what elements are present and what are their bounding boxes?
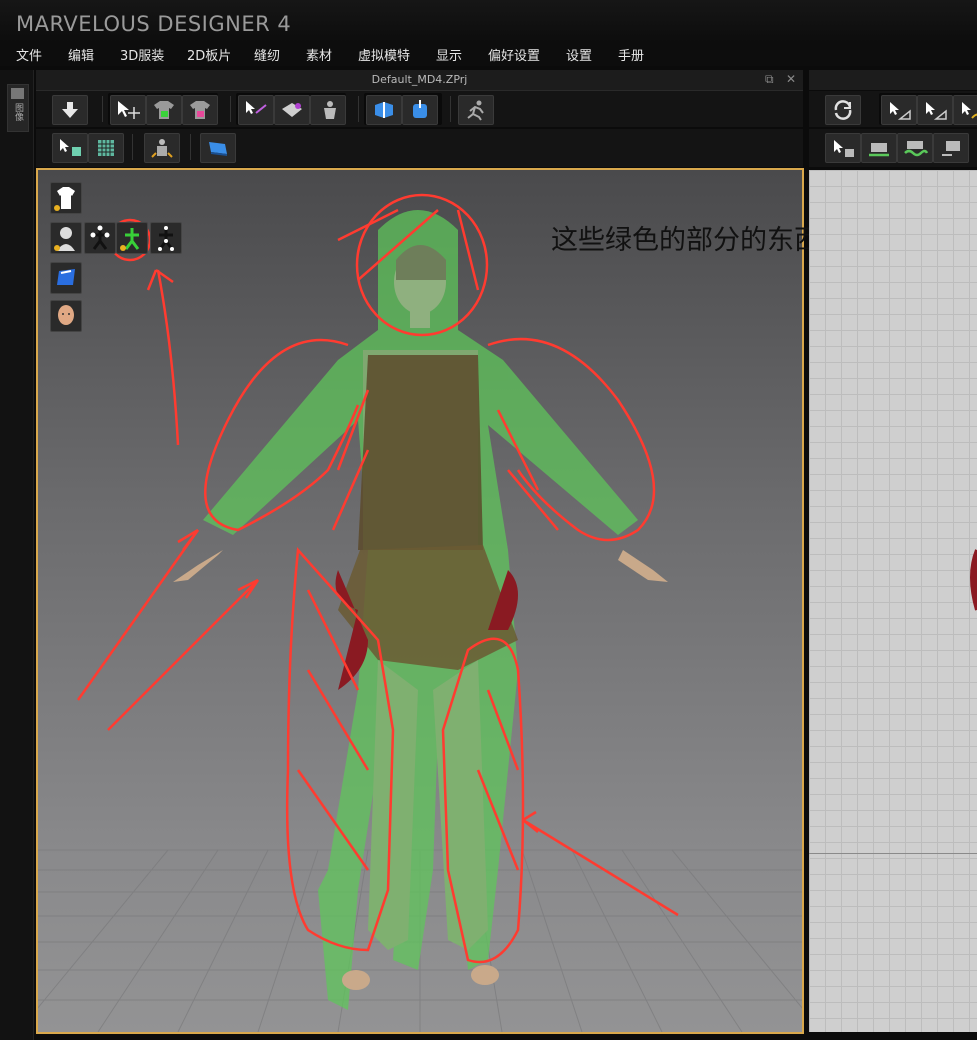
menu-settings[interactable]: 设置 bbox=[566, 45, 592, 64]
toolbar-row-1 bbox=[36, 91, 803, 127]
skeleton-green-icon[interactable] bbox=[116, 222, 148, 254]
menu-file[interactable]: 文件 bbox=[16, 45, 42, 64]
toolbar-row-2 bbox=[36, 129, 803, 167]
image-icon bbox=[11, 88, 24, 99]
3d-viewport[interactable] bbox=[36, 168, 804, 1034]
menu-manual[interactable]: 手册 bbox=[618, 45, 644, 64]
avatar-icon[interactable] bbox=[50, 222, 82, 254]
avatar-measure-icon[interactable] bbox=[144, 133, 180, 163]
menu-3d-garment[interactable]: 3D服装 bbox=[120, 45, 164, 64]
garment-icon[interactable] bbox=[50, 182, 82, 214]
2d-toolbar-row-2 bbox=[809, 129, 977, 167]
annotation-text: 这些绿色的部分的东西 bbox=[551, 225, 821, 256]
select-move-icon[interactable] bbox=[110, 95, 146, 125]
3d-window-header: Default_MD4.ZPrj ⧉ ✕ bbox=[36, 70, 803, 91]
flat-panel-icon[interactable] bbox=[200, 133, 236, 163]
select-edge-icon[interactable] bbox=[917, 95, 953, 125]
select-point-icon[interactable] bbox=[881, 95, 917, 125]
seam-select-icon[interactable] bbox=[825, 133, 861, 163]
restore-icon[interactable]: ⧉ bbox=[765, 72, 774, 87]
2d-toolbar-row-1 bbox=[809, 91, 977, 127]
seam-line-icon[interactable] bbox=[861, 133, 897, 163]
app-title: MARVELOUS DESIGNER 4 bbox=[16, 12, 292, 36]
garment-green-icon[interactable] bbox=[146, 95, 182, 125]
texture-icon[interactable] bbox=[88, 133, 124, 163]
pattern-shape bbox=[970, 549, 977, 611]
skeleton-black-icon[interactable] bbox=[84, 222, 116, 254]
avatar-pose-icon[interactable] bbox=[310, 95, 346, 125]
seam-wave-icon[interactable] bbox=[897, 133, 933, 163]
2d-pattern-canvas[interactable] bbox=[809, 170, 977, 1032]
menu-bar: 文件 编辑 3D服装 2D板片 缝纫 素材 虚拟模特 显示 偏好设置 设置 手册 bbox=[0, 42, 977, 66]
menu-preferences[interactable]: 偏好设置 bbox=[488, 45, 540, 64]
window-title: Default_MD4.ZPrj bbox=[371, 73, 468, 86]
menu-avatar[interactable]: 虚拟模特 bbox=[358, 45, 410, 64]
run-icon[interactable] bbox=[458, 95, 494, 125]
side-panel-strip: 图像 bbox=[0, 70, 34, 1040]
pin-icon[interactable] bbox=[238, 95, 274, 125]
menu-materials[interactable]: 素材 bbox=[306, 45, 332, 64]
title-bar: MARVELOUS DESIGNER 4 bbox=[0, 0, 977, 42]
pack-blue-icon[interactable] bbox=[402, 95, 438, 125]
garment-pink-icon[interactable] bbox=[182, 95, 218, 125]
select-mesh-icon[interactable] bbox=[52, 133, 88, 163]
brush-icon[interactable] bbox=[274, 95, 310, 125]
2d-window-header bbox=[809, 70, 977, 90]
select-curve-icon[interactable] bbox=[953, 95, 977, 125]
menu-edit[interactable]: 编辑 bbox=[68, 45, 94, 64]
seam-free-icon[interactable] bbox=[933, 133, 969, 163]
stretch-blue-icon[interactable] bbox=[366, 95, 402, 125]
avatar-head-icon[interactable] bbox=[50, 300, 82, 332]
refresh-icon[interactable] bbox=[825, 95, 861, 125]
side-panel-tab[interactable]: 图像 bbox=[7, 84, 29, 132]
side-panel-label: 图像 bbox=[13, 103, 23, 121]
menu-sewing[interactable]: 缝纫 bbox=[254, 45, 280, 64]
arrow-down-icon[interactable] bbox=[52, 95, 88, 125]
viewport-scene bbox=[38, 193, 802, 1032]
menu-display[interactable]: 显示 bbox=[436, 45, 462, 64]
menu-2d-pattern[interactable]: 2D板片 bbox=[187, 45, 231, 64]
skeleton-white-icon[interactable] bbox=[150, 222, 182, 254]
panel-blue-icon[interactable] bbox=[50, 262, 82, 294]
close-icon[interactable]: ✕ bbox=[786, 72, 796, 86]
